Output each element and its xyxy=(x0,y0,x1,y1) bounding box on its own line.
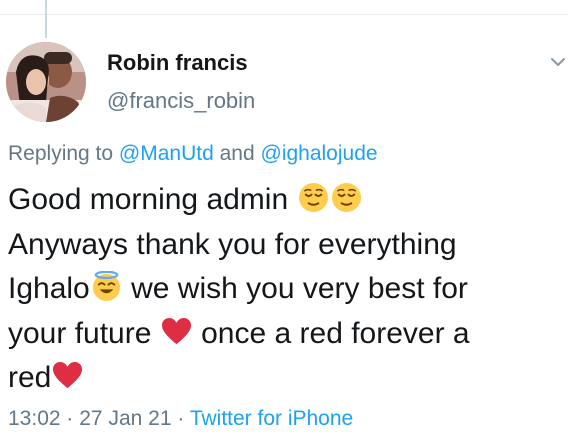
profile-photo-icon xyxy=(6,42,86,122)
mention-link-manutd[interactable]: @ManUtd xyxy=(119,142,214,165)
replying-to-label: Replying to xyxy=(8,142,114,165)
replying-to-line: Replying to @ManUtd and @ighalojude xyxy=(8,142,378,166)
red-heart-icon xyxy=(161,316,192,347)
tweet-line: red xyxy=(8,356,564,401)
meta-separator: · xyxy=(177,407,185,430)
tweet-source-link[interactable]: Twitter for iPhone xyxy=(190,407,353,430)
tweet-text-segment: once a red forever a xyxy=(201,316,470,350)
tweet-line: your future once a red forever a xyxy=(8,312,564,357)
tweet-text-segment: we wish you very best for xyxy=(131,272,468,305)
tweet-line: Ighalo we wish you very best for xyxy=(8,267,564,312)
tweet-date: 27 Jan 21 xyxy=(79,407,172,430)
avatar[interactable] xyxy=(6,42,86,122)
relieved-face-icon xyxy=(331,182,362,213)
tweet-text-segment: Anyways thank you for everything xyxy=(8,227,457,261)
tweet-page: Robin francis @francis_robin Replying to… xyxy=(0,0,568,448)
smiling-face-with-halo-icon xyxy=(91,271,122,302)
tweet-text-segment: Good morning admin xyxy=(8,183,289,216)
chevron-down-icon[interactable] xyxy=(550,56,566,68)
mention-link-ighalojude[interactable]: @ighalojude xyxy=(261,142,378,165)
tweet-text-segment: red xyxy=(8,361,52,394)
tweet-line: Good morning admin xyxy=(8,178,564,223)
thread-connector-line xyxy=(45,0,47,38)
red-heart-icon xyxy=(52,360,83,391)
tweet-time: 13:02 xyxy=(8,407,61,430)
meta-separator: · xyxy=(66,407,74,430)
replying-to-joiner: and xyxy=(219,142,255,165)
user-handle[interactable]: @francis_robin xyxy=(107,88,255,114)
display-name[interactable]: Robin francis xyxy=(107,50,248,76)
tweet-text-segment: Ighalo xyxy=(8,272,90,305)
tweet-text-segment: your future xyxy=(8,316,152,350)
tweet-text: Good morning admin Anyways thank you for… xyxy=(8,178,564,401)
relieved-face-icon xyxy=(298,182,329,213)
top-divider xyxy=(0,14,568,15)
tweet-meta: 13:02 · 27 Jan 21 · Twitter for iPhone xyxy=(8,407,353,431)
tweet-line: Anyways thank you for everything xyxy=(8,223,564,268)
